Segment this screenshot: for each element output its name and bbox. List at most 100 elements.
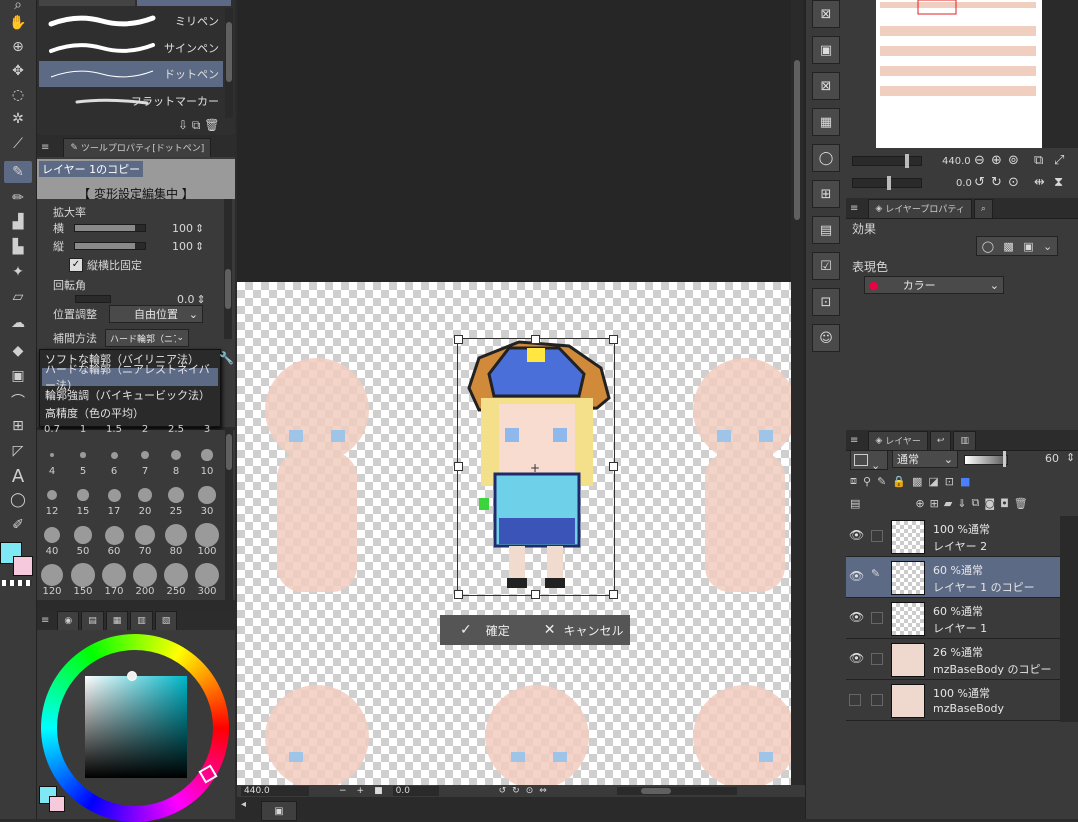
brush-size-cell[interactable]: 70 — [130, 522, 160, 560]
brush-size-cell[interactable]: 10 — [192, 442, 222, 480]
save-brush-icon[interactable]: ⇩ — [178, 118, 188, 132]
rotate-value[interactable]: 0.0 — [392, 786, 439, 796]
brush-item-sign-pen[interactable]: サインペン — [39, 35, 223, 61]
brush-size-cell[interactable]: 4 — [37, 442, 67, 480]
brush-size-cell[interactable]: 17 — [99, 482, 129, 520]
brush-icon[interactable]: ▟ — [4, 211, 32, 233]
lock-icon[interactable]: 🔒 — [892, 475, 906, 488]
sub-color-swatch[interactable] — [13, 556, 33, 576]
chevron-down-icon[interactable]: ⌄ — [1043, 240, 1052, 253]
tone-icon[interactable]: ▦ — [812, 108, 840, 136]
canvas-hscrollbar[interactable] — [617, 787, 737, 795]
scale-h-value[interactable]: 100 — [172, 222, 193, 235]
interp-dropdown[interactable]: ハード輪郭（ニアレストネ⌄ — [105, 329, 189, 347]
nav-rotate-right-icon[interactable]: ↻ — [991, 175, 1002, 190]
brush-list-scrollbar[interactable] — [225, 8, 233, 118]
eye-icon[interactable]: 👁 — [849, 528, 864, 542]
transform-center-icon[interactable]: + — [530, 461, 540, 475]
nav-flip-v-icon[interactable]: ⧗ — [1054, 175, 1063, 190]
fill-icon[interactable]: ◆ — [4, 340, 32, 362]
layer-row[interactable]: 👁 100 %通常 レイヤー 2 — [846, 516, 1060, 557]
sub-color-mini[interactable] — [49, 796, 65, 812]
object-select-icon[interactable]: ⊕ — [4, 36, 32, 58]
transfer-down-icon[interactable]: ⇓ — [957, 497, 966, 510]
rotation-slider[interactable] — [75, 295, 111, 303]
move-icon[interactable]: ✥ — [4, 60, 32, 82]
transform-handle[interactable] — [531, 590, 540, 599]
nav-zoom-in-icon[interactable]: ⊕ — [991, 153, 1002, 168]
brush-size-cell[interactable]: 60 — [99, 522, 129, 560]
panel-menu-icon[interactable]: ≡ — [850, 435, 858, 446]
canvas-vscrollbar[interactable] — [791, 0, 803, 785]
transform-handle[interactable] — [454, 335, 463, 344]
eye-icon[interactable]: 👁 — [849, 569, 864, 583]
new-raster-layer-icon[interactable]: ⊕ — [915, 497, 924, 510]
keep-ratio-checkbox[interactable]: ✓ — [69, 258, 83, 272]
nav-reset-rotate-icon[interactable]: ⊙ — [1008, 175, 1019, 190]
panel-menu-icon[interactable]: ≡ — [850, 203, 858, 214]
interp-option-nearest[interactable]: ハードな輪郭（ニアレストネイバー法） — [42, 363, 218, 392]
layer-color-icon[interactable]: ▣ — [1023, 240, 1033, 253]
scale-h-slider[interactable] — [74, 224, 146, 232]
sv-cursor[interactable] — [127, 671, 137, 681]
brush-size-scrollbar[interactable] — [225, 430, 233, 600]
tab-color-history[interactable]: ▧ — [154, 610, 178, 630]
canvas-tab[interactable]: ▣ — [261, 801, 297, 821]
tab-tool-property[interactable]: ✎ ツールプロパティ[ドットペン] — [63, 137, 212, 157]
interp-option-average[interactable]: 高精度（色の平均） — [42, 404, 218, 422]
ruler-range-icon[interactable]: ⊡ — [945, 475, 954, 488]
brush-size-cell[interactable]: 150 — [68, 562, 98, 600]
brush-size-cell[interactable]: 30 — [192, 482, 222, 520]
brush-size-cell[interactable]: 100 — [192, 522, 222, 560]
expression-color-dropdown[interactable]: ● カラー ⌄ — [864, 276, 1004, 294]
panel-menu-icon[interactable]: ≡ — [41, 142, 49, 153]
nav-angle-value[interactable]: 0.0 — [956, 178, 972, 189]
tab-intermediate-color[interactable]: ▦ — [105, 610, 129, 630]
layer-row[interactable]: 👁 60 %通常 レイヤー 1 — [846, 598, 1060, 639]
figure-icon[interactable]: ⌒ — [4, 390, 32, 412]
nav-window-icon[interactable]: ⧉ — [1034, 153, 1043, 168]
draft-icon[interactable]: ✎ — [877, 475, 886, 488]
panel-collapse-icon[interactable]: ◂ — [241, 799, 246, 810]
nav-zoom-value[interactable]: 440.0 — [942, 156, 971, 167]
brush-size-cell[interactable]: 40 — [37, 522, 67, 560]
combine-icon[interactable]: ⧉ — [972, 496, 980, 510]
frame-icon[interactable]: ⊞ — [4, 415, 32, 437]
cancel-button[interactable]: キャンセル — [563, 622, 623, 639]
delete-layer-icon[interactable]: 🗑 — [1014, 497, 1028, 510]
pen-tool-icon[interactable]: ✎ — [4, 161, 32, 183]
lock-checkbox[interactable] — [871, 653, 883, 665]
material-icon[interactable]: ⊞ — [812, 180, 840, 208]
correct-line-icon[interactable]: ✐ — [4, 514, 32, 536]
flip-icon[interactable]: ⇔ — [539, 786, 547, 796]
eyedropper-icon[interactable]: ⟋ — [4, 133, 32, 155]
brush-size-cell[interactable]: 120 — [37, 562, 67, 600]
reference-icon[interactable]: ⚲ — [863, 475, 871, 488]
panel-menu-icon[interactable]: ≡ — [41, 615, 49, 626]
duplicate-brush-icon[interactable]: ⧉ — [192, 118, 201, 132]
brush-size-cell[interactable]: 170 — [99, 562, 129, 600]
brush-size-cell[interactable]: 250 — [161, 562, 191, 600]
layer-list-icon[interactable]: ▤ — [850, 497, 860, 510]
gradient-icon[interactable]: ▣ — [4, 365, 32, 387]
ruler-icon[interactable]: ◸ — [4, 440, 32, 462]
wrench-icon[interactable]: 🔧 — [219, 351, 234, 365]
mask-layer-icon[interactable]: ◙ — [984, 497, 995, 510]
new-vector-layer-icon[interactable]: ⊞ — [930, 497, 939, 510]
rotation-value[interactable]: 0.0 — [177, 293, 195, 306]
lock-transparency-icon[interactable]: ▩ — [912, 475, 922, 488]
zoom-in-icon[interactable]: + — [357, 786, 365, 796]
brush-item-milli-pen[interactable]: ミリペン — [39, 8, 223, 34]
saturation-value-square[interactable] — [85, 676, 187, 778]
confirm-button[interactable]: 確定 — [486, 622, 510, 639]
text-icon[interactable]: A — [4, 465, 32, 487]
rotate-left-icon[interactable]: ↺ — [499, 786, 507, 796]
save-icon[interactable]: ▣ — [812, 36, 840, 64]
layer-row[interactable]: 100 %通常 mzBaseBody — [846, 680, 1060, 721]
lasso-icon[interactable]: ◌ — [4, 84, 32, 106]
transform-handle[interactable] — [609, 462, 618, 471]
clear-layer-icon[interactable]: ⊠ — [812, 0, 840, 28]
transform-handle[interactable] — [454, 590, 463, 599]
rotate-right-icon[interactable]: ↻ — [512, 786, 520, 796]
tab-search-layer[interactable]: ⌕ — [973, 198, 993, 218]
